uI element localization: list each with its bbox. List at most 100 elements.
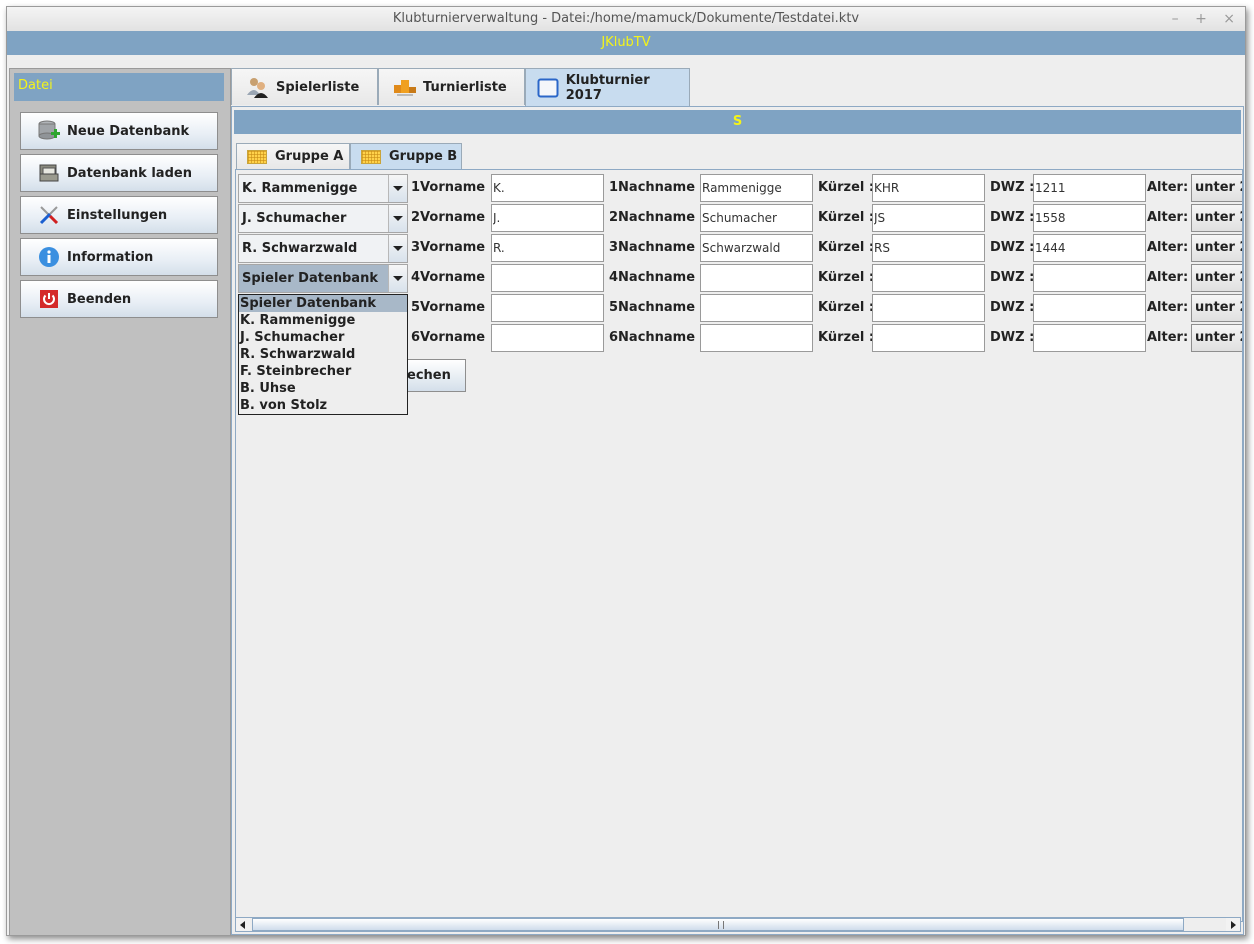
nachname-field[interactable] bbox=[700, 324, 813, 352]
tab-spielerliste[interactable]: Spielerliste bbox=[231, 68, 378, 105]
age-select[interactable]: unter 20 bbox=[1191, 204, 1242, 232]
nachname-label: 3Nachname : bbox=[609, 240, 705, 255]
dwz-label: DWZ : bbox=[990, 330, 1035, 345]
scroll-left-button[interactable] bbox=[236, 918, 250, 931]
vorname-label: 2Vorname : bbox=[411, 210, 495, 225]
nachname-field[interactable] bbox=[700, 204, 813, 232]
age-select[interactable]: unter 20 bbox=[1191, 174, 1242, 202]
kuerzel-field[interactable] bbox=[872, 324, 985, 352]
dwz-label: DWZ : bbox=[990, 300, 1035, 315]
player-row: Spieler Datenbank 4Vorname : 4Nachname :… bbox=[236, 263, 1242, 293]
app-header: JKlubTV bbox=[7, 31, 1245, 55]
dwz-field[interactable] bbox=[1033, 324, 1146, 352]
age-select[interactable]: unter 20 bbox=[1191, 234, 1242, 262]
scrollbar-thumb[interactable] bbox=[252, 918, 1184, 931]
window-controls: – + × bbox=[1160, 7, 1235, 31]
horizontal-scrollbar[interactable] bbox=[235, 917, 1241, 932]
kuerzel-field[interactable] bbox=[872, 174, 985, 202]
players-icon bbox=[246, 75, 270, 99]
kuerzel-field[interactable] bbox=[872, 234, 985, 262]
kuerzel-field[interactable] bbox=[872, 264, 985, 292]
new-database-button[interactable]: Neue Datenbank bbox=[20, 112, 218, 150]
grip-icon bbox=[718, 921, 724, 929]
dwz-field[interactable] bbox=[1033, 204, 1146, 232]
nachname-field[interactable] bbox=[700, 174, 813, 202]
close-button[interactable]: × bbox=[1223, 11, 1235, 27]
dropdown-option[interactable]: R. Schwarzwald bbox=[239, 346, 407, 363]
section-header: S bbox=[234, 110, 1241, 134]
dwz-label: DWZ : bbox=[990, 240, 1035, 255]
information-label: Information bbox=[67, 249, 154, 265]
tab-turnierliste[interactable]: Turnierliste bbox=[378, 68, 525, 105]
nachname-field[interactable] bbox=[700, 234, 813, 262]
nachname-field[interactable] bbox=[700, 264, 813, 292]
player-combo[interactable]: Spieler Datenbank bbox=[238, 264, 408, 293]
tab-gruppe-a[interactable]: Gruppe A bbox=[236, 143, 350, 169]
dwz-field[interactable] bbox=[1033, 264, 1146, 292]
quit-button[interactable]: Beenden bbox=[20, 280, 218, 318]
vorname-label: 4Vorname : bbox=[411, 270, 495, 285]
alter-label: Alter: bbox=[1147, 180, 1189, 195]
settings-label: Einstellungen bbox=[67, 207, 168, 223]
quit-label: Beenden bbox=[67, 291, 132, 307]
dwz-field[interactable] bbox=[1033, 294, 1146, 322]
scroll-right-button[interactable] bbox=[1226, 918, 1240, 931]
age-select[interactable]: unter 20 bbox=[1191, 324, 1242, 352]
player-combo-value: K. Rammenigge bbox=[239, 175, 389, 202]
vorname-label: 6Vorname : bbox=[411, 330, 495, 345]
vorname-field[interactable] bbox=[491, 204, 604, 232]
tab-gruppe-a-label: Gruppe A bbox=[275, 149, 344, 164]
vorname-field[interactable] bbox=[491, 174, 604, 202]
vorname-field[interactable] bbox=[491, 234, 604, 262]
age-select[interactable]: unter 20 bbox=[1191, 264, 1242, 292]
dwz-label: DWZ : bbox=[990, 210, 1035, 225]
chevron-down-icon[interactable] bbox=[389, 265, 407, 292]
player-combo[interactable]: K. Rammenigge bbox=[238, 174, 408, 203]
tools-icon bbox=[37, 203, 61, 227]
player-combo-value: R. Schwarzwald bbox=[239, 235, 389, 262]
player-combo[interactable]: J. Schumacher bbox=[238, 204, 408, 233]
window-icon bbox=[536, 76, 560, 100]
vorname-field[interactable] bbox=[491, 324, 604, 352]
title-bar: Klubturnierverwaltung - Datei:/home/mamu… bbox=[7, 7, 1245, 31]
dwz-label: DWZ : bbox=[990, 270, 1035, 285]
dropdown-option[interactable]: K. Rammenigge bbox=[239, 312, 407, 329]
tab-turnierliste-label: Turnierliste bbox=[423, 79, 507, 95]
chevron-down-icon[interactable] bbox=[389, 175, 407, 202]
tab-gruppe-b[interactable]: Gruppe B bbox=[350, 143, 462, 169]
dropdown-option[interactable]: B. von Stolz bbox=[239, 397, 407, 414]
player-combo[interactable]: R. Schwarzwald bbox=[238, 234, 408, 263]
nachname-label: 2Nachname : bbox=[609, 210, 705, 225]
dwz-field[interactable] bbox=[1033, 174, 1146, 202]
vorname-label: 5Vorname : bbox=[411, 300, 495, 315]
app-window: Klubturnierverwaltung - Datei:/home/mamu… bbox=[6, 6, 1246, 936]
tab-klubturnier-label: Klubturnier 2017 bbox=[565, 73, 650, 103]
chevron-down-icon[interactable] bbox=[389, 235, 407, 262]
maximize-button[interactable]: + bbox=[1195, 11, 1207, 27]
nachname-field[interactable] bbox=[700, 294, 813, 322]
chevron-down-icon[interactable] bbox=[389, 205, 407, 232]
vorname-field[interactable] bbox=[491, 294, 604, 322]
kuerzel-field[interactable] bbox=[872, 204, 985, 232]
minimize-button[interactable]: – bbox=[1172, 11, 1179, 27]
vorname-label: 1Vorname : bbox=[411, 180, 495, 195]
kuerzel-label: Kürzel : bbox=[818, 240, 875, 255]
alter-label: Alter: bbox=[1147, 210, 1189, 225]
vorname-field[interactable] bbox=[491, 264, 604, 292]
nachname-label: 1Nachname : bbox=[609, 180, 705, 195]
load-database-button[interactable]: Datenbank laden bbox=[20, 154, 218, 192]
dropdown-option[interactable]: F. Steinbrecher bbox=[239, 363, 407, 380]
settings-button[interactable]: Einstellungen bbox=[20, 196, 218, 234]
age-select[interactable]: unter 20 bbox=[1191, 294, 1242, 322]
kuerzel-label: Kürzel : bbox=[818, 210, 875, 225]
dropdown-option[interactable]: B. Uhse bbox=[239, 380, 407, 397]
information-button[interactable]: Information bbox=[20, 238, 218, 276]
folder-icon bbox=[37, 161, 61, 185]
tab-klubturnier-2017[interactable]: Klubturnier 2017 bbox=[525, 68, 690, 107]
kuerzel-field[interactable] bbox=[872, 294, 985, 322]
calendar-grid-icon bbox=[247, 149, 267, 164]
dropdown-option[interactable]: Spieler Datenbank bbox=[239, 295, 407, 312]
dropdown-option[interactable]: J. Schumacher bbox=[239, 329, 407, 346]
dwz-field[interactable] bbox=[1033, 234, 1146, 262]
arrow-right-icon bbox=[1231, 920, 1236, 929]
